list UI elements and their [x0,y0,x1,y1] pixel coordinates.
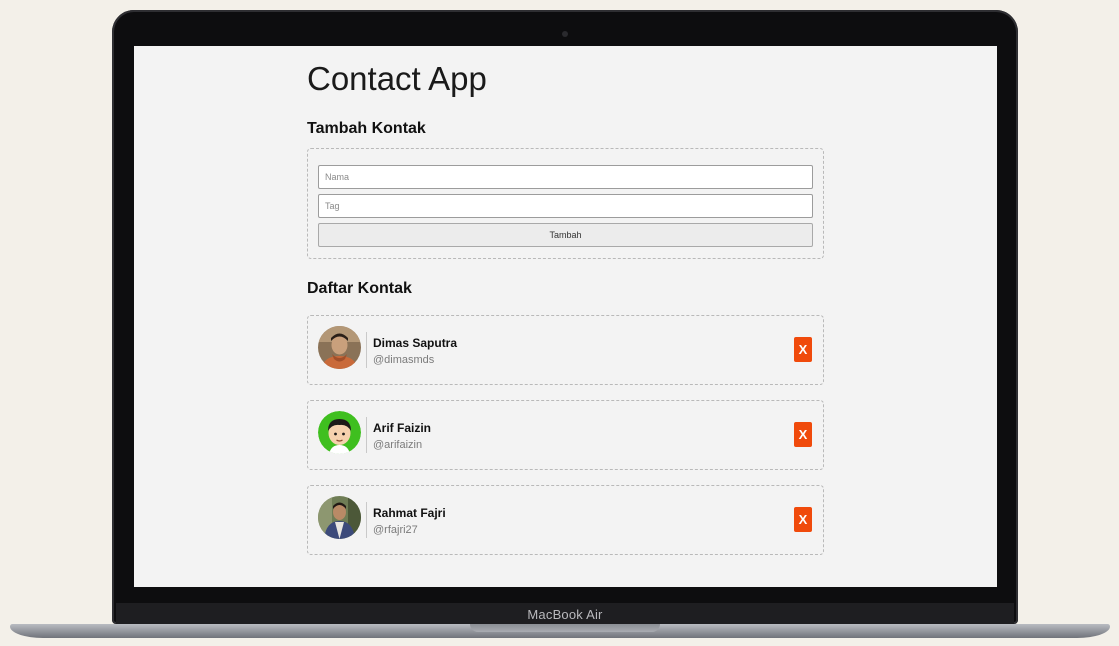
contact-tag: @arifaizin [373,439,423,451]
avatar-divider [366,502,367,538]
contact-tag: @dimasmds [373,354,435,366]
avatar [318,496,361,539]
laptop-hinge-notch [470,624,660,632]
contact-item: Dimas Saputra @dimasmds X [307,315,824,385]
cartoon-avatar-icon [318,411,361,454]
tag-input[interactable] [318,194,813,218]
device-label: MacBook Air [527,606,603,622]
contact-name: Arif Faizin [373,421,432,435]
laptop-mockup: Contact App Tambah Kontak Tambah Daftar … [0,0,1119,646]
contact-item: Rahmat Fajri @rfajri27 X [307,485,824,555]
contact-item: Arif Faizin @arifaizin X [307,400,824,470]
avatar [318,411,361,454]
webcam-icon [562,31,568,37]
app-screen: Contact App Tambah Kontak Tambah Daftar … [134,46,997,587]
delete-contact-button[interactable]: X [794,422,812,447]
avatar-divider [366,332,367,368]
page-title: Contact App [307,60,487,97]
contact-name: Rahmat Fajri [373,506,446,520]
avatar [318,326,361,369]
add-contact-button[interactable]: Tambah [318,223,813,247]
contact-tag: @rfajri27 [373,524,418,536]
photo-avatar-icon [318,326,361,369]
delete-contact-button[interactable]: X [794,337,812,362]
delete-contact-button[interactable]: X [794,507,812,532]
contact-name: Dimas Saputra [373,336,458,350]
name-input[interactable] [318,165,813,189]
avatar-divider [366,417,367,453]
add-contact-heading: Tambah Kontak [307,120,426,137]
laptop-chin: MacBook Air [116,603,1014,625]
add-contact-form: Tambah [307,148,824,259]
photo-avatar-icon [318,496,361,539]
contact-list-heading: Daftar Kontak [307,280,412,297]
